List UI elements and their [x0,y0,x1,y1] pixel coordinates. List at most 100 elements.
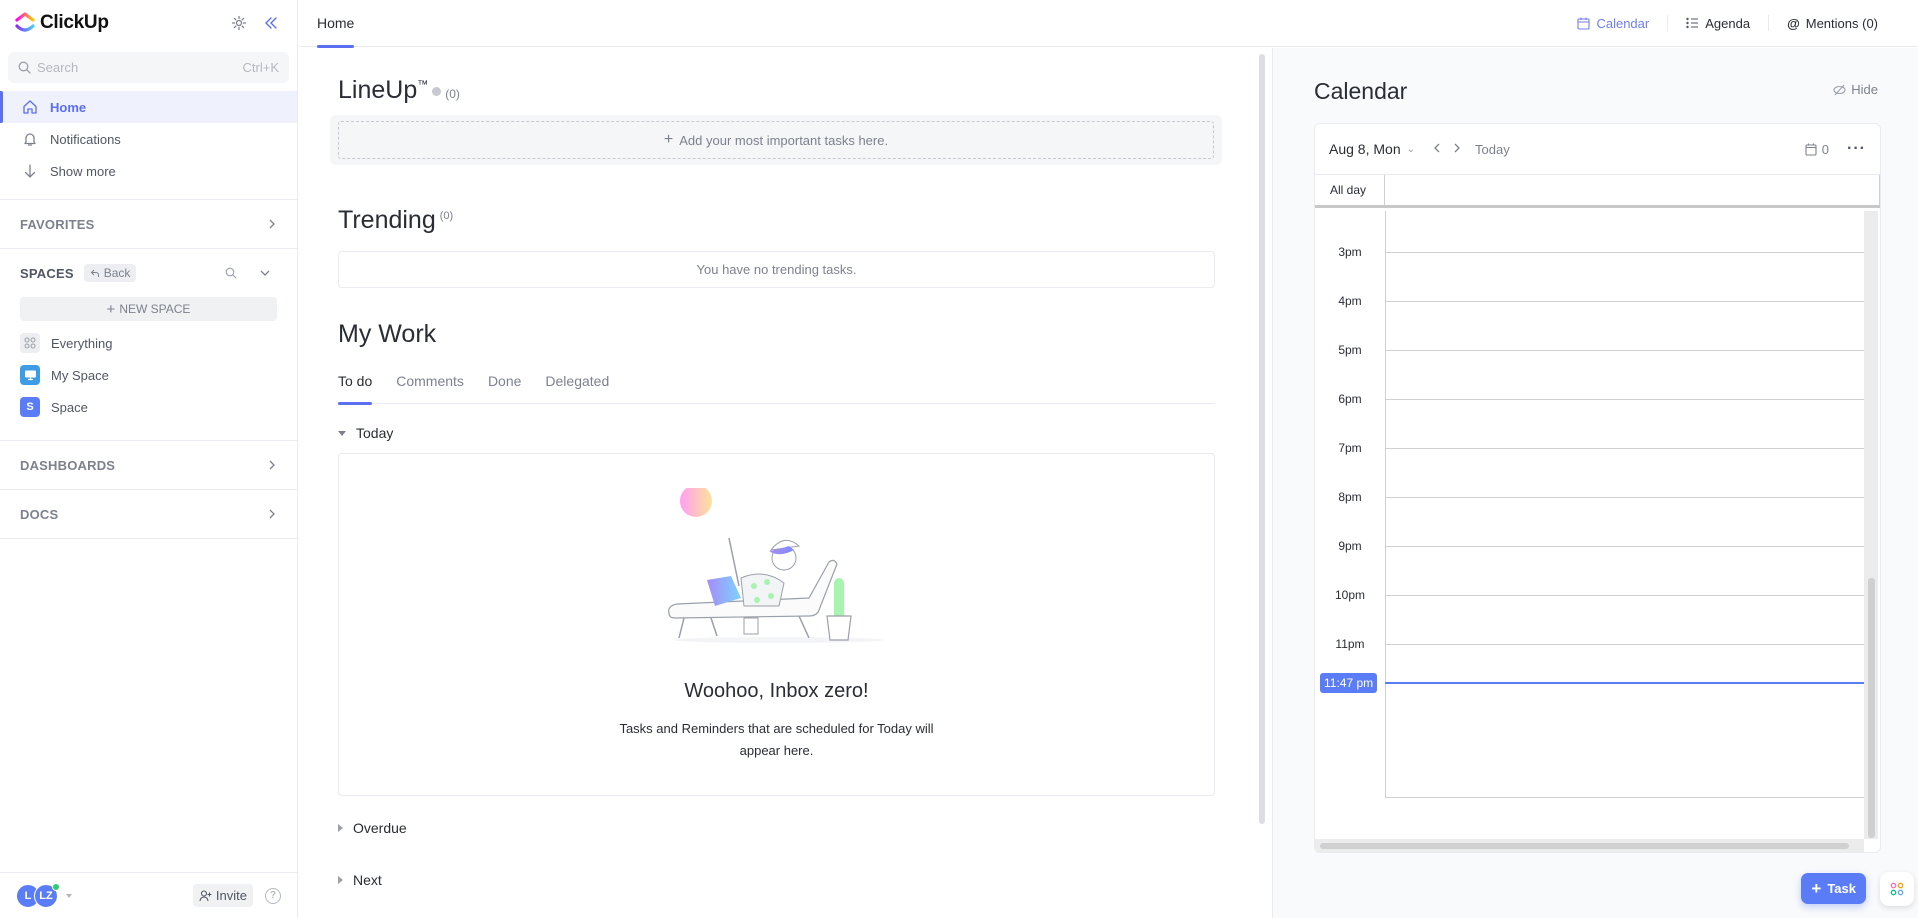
search-shortcut: Ctrl+K [242,60,279,75]
new-space-button[interactable]: + NEW SPACE [20,297,277,321]
hour-gridline [1385,595,1864,596]
list-icon [1686,17,1699,29]
docs-section[interactable]: DOCS [0,490,297,538]
info-icon[interactable] [432,87,442,96]
undo-arrow-icon [90,269,99,277]
hour-gridline [1385,301,1864,302]
add-lineup-task-button[interactable]: + Add your most important tasks here. [338,121,1214,159]
space-label: Everything [51,335,113,351]
calendar-horizontal-scrollbar[interactable] [1315,839,1864,852]
group-overdue-toggle[interactable]: Overdue [338,816,1239,840]
user-avatars[interactable]: L LZ [16,882,60,908]
relaxing-illustration [668,488,884,643]
hour-label: 11pm [1335,637,1365,651]
space-item-space[interactable]: S Space [0,391,297,423]
help-icon[interactable]: ? [265,887,281,904]
event-count[interactable]: 0 [1805,142,1829,157]
home-icon [22,99,38,115]
calendar-link-label: Calendar [1596,15,1650,31]
add-task-label: Task [1827,881,1856,896]
space-label: My Space [51,367,109,383]
mywork-tabs: To do Comments Done Delegated [338,373,1215,405]
spaces-search-icon[interactable] [219,261,243,285]
divider [0,538,297,539]
settings-gear-icon[interactable] [227,11,251,35]
back-button[interactable]: Back [83,264,137,282]
dashboards-label: DASHBOARDS [20,457,116,473]
search-input[interactable] [37,60,243,75]
hide-calendar-button[interactable]: Hide [1833,82,1878,97]
hour-gridline [1385,546,1864,547]
sidebar-header: ClickUp [0,0,297,46]
group-today-toggle[interactable]: Today [338,421,1239,445]
hour-label: 10pm [1334,588,1366,602]
sidebar-item-notifications[interactable]: Notifications [0,123,297,155]
search-field[interactable]: Ctrl+K [8,52,289,83]
tab-comments[interactable]: Comments [396,373,464,404]
tab-to-do[interactable]: To do [338,373,373,405]
hide-label: Hide [1851,82,1878,97]
calendar-time-grid[interactable]: 3pm 4pm 5pm 6pm 7pm 8pm 9pm 10pm 11pm 11:47 pm [1315,211,1880,839]
date-selector[interactable]: Aug 8, Mon ⌄ [1329,141,1415,157]
mentions-link[interactable]: @ Mentions (0) [1769,16,1896,31]
collapse-sidebar-icon[interactable] [259,11,283,35]
caret-right-icon [338,876,343,884]
sidebar-item-show-more[interactable]: Show more [0,155,297,187]
clickup-logo[interactable]: ClickUp [14,11,109,35]
spaces-title: SPACES [20,265,74,281]
hour-gridline [1385,252,1864,253]
calendar-icon [1805,143,1817,156]
agenda-link-label: Agenda [1705,15,1751,31]
today-button[interactable]: Today [1475,142,1510,157]
trending-empty-state: You have no trending tasks. [338,251,1215,288]
current-time-badge: 11:47 pm [1320,673,1378,693]
date-label: Aug 8, Mon [1329,141,1401,157]
space-item-everything[interactable]: Everything [0,327,297,359]
plus-icon: + [663,131,674,148]
next-day-button[interactable] [1453,141,1461,157]
all-day-label: All day [1315,175,1385,205]
sidebar-item-label: Home [50,99,87,115]
tab-done[interactable]: Done [488,373,521,404]
tab-home[interactable]: Home [317,0,355,48]
hour-gridline [1385,448,1864,449]
lineup-dropzone: + Add your most important tasks here. [330,115,1222,165]
home-main: LineUp ™ (0) + Add your most important ta… [299,48,1271,918]
invite-label: Invite [215,888,247,903]
calendar-scroll-thumb[interactable] [1868,578,1875,838]
prev-day-button[interactable] [1433,141,1441,157]
grid-icon [20,333,40,353]
agenda-link[interactable]: Agenda [1668,16,1768,31]
sidebar-footer: L LZ Invite ? [0,872,297,918]
sidebar-item-home[interactable]: Home [0,91,297,123]
apps-grid-button[interactable] [1880,872,1914,906]
add-task-button[interactable]: + Task [1801,873,1866,904]
trending-title: Trending [338,206,436,234]
current-time-line [1385,682,1864,684]
main-scrollbar[interactable] [1259,54,1265,824]
all-day-cell[interactable] [1385,175,1880,205]
today-empty-state: Woohoo, Inbox zero! Tasks and Reminders … [338,453,1215,796]
chevron-down-icon[interactable] [253,261,277,285]
horizontal-scroll-thumb[interactable] [1320,843,1849,849]
group-next-toggle[interactable]: Next [338,868,1239,892]
empty-state-description: Tasks and Reminders that are scheduled f… [339,718,1214,762]
caret-right-icon [338,824,343,832]
monitor-icon [20,365,40,385]
dashboards-section[interactable]: DASHBOARDS [0,441,297,489]
hour-row[interactable]: 11pm [1315,637,1864,704]
chevron-right-icon [1454,143,1460,153]
mywork-title: My Work [338,320,437,348]
space-item-my-space[interactable]: My Space [0,359,297,391]
sidebar-item-label: Show more [50,163,116,179]
favorites-section[interactable]: FAVORITES [0,200,297,248]
hour-label: 7pm [1338,441,1362,455]
new-space-label: NEW SPACE [119,302,191,316]
calendar-link[interactable]: Calendar [1559,16,1667,31]
more-options-icon[interactable]: ··· [1847,140,1866,158]
caret-down-icon[interactable] [66,893,72,898]
all-day-row: All day [1315,175,1880,208]
tab-delegated[interactable]: Delegated [545,373,609,404]
group-today-label: Today [356,425,394,441]
invite-button[interactable]: Invite [192,884,253,907]
